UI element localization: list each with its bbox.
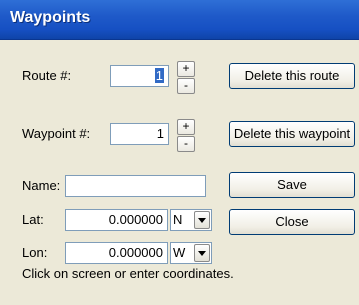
delete-route-button[interactable]: Delete this route xyxy=(229,63,355,89)
close-button[interactable]: Close xyxy=(229,209,355,235)
waypoint-number-input[interactable]: 1 xyxy=(110,123,169,145)
lon-hemisphere-select[interactable]: W xyxy=(170,242,212,264)
save-button[interactable]: Save xyxy=(229,172,355,198)
chevron-down-icon[interactable] xyxy=(194,244,210,262)
route-number-value: 1 xyxy=(154,68,164,83)
lon-input[interactable]: 0.000000 xyxy=(65,242,168,264)
lat-input[interactable]: 0.000000 xyxy=(65,209,168,231)
delete-waypoint-button[interactable]: Delete this waypoint xyxy=(229,121,355,147)
waypoint-increment-button[interactable]: + xyxy=(177,119,195,135)
route-number-input[interactable]: 1 xyxy=(110,65,169,87)
window-title: Waypoints xyxy=(10,9,91,26)
name-input[interactable] xyxy=(65,175,206,197)
name-label: Name: xyxy=(22,178,61,193)
lat-hemisphere-select[interactable]: N xyxy=(170,209,212,231)
waypoint-label: Waypoint #: xyxy=(22,126,91,141)
waypoint-decrement-button[interactable]: - xyxy=(177,136,195,152)
lon-hemisphere-value: W xyxy=(173,245,186,260)
title-bar: Waypoints xyxy=(0,0,359,40)
route-increment-button[interactable]: + xyxy=(177,61,195,77)
chevron-down-icon[interactable] xyxy=(194,211,210,229)
route-label: Route #: xyxy=(22,68,72,83)
lon-label: Lon: xyxy=(22,245,48,260)
hint-text: Click on screen or enter coordinates. xyxy=(22,266,234,281)
lat-hemisphere-value: N xyxy=(173,212,183,227)
lat-label: Lat: xyxy=(22,212,44,227)
route-decrement-button[interactable]: - xyxy=(177,78,195,94)
